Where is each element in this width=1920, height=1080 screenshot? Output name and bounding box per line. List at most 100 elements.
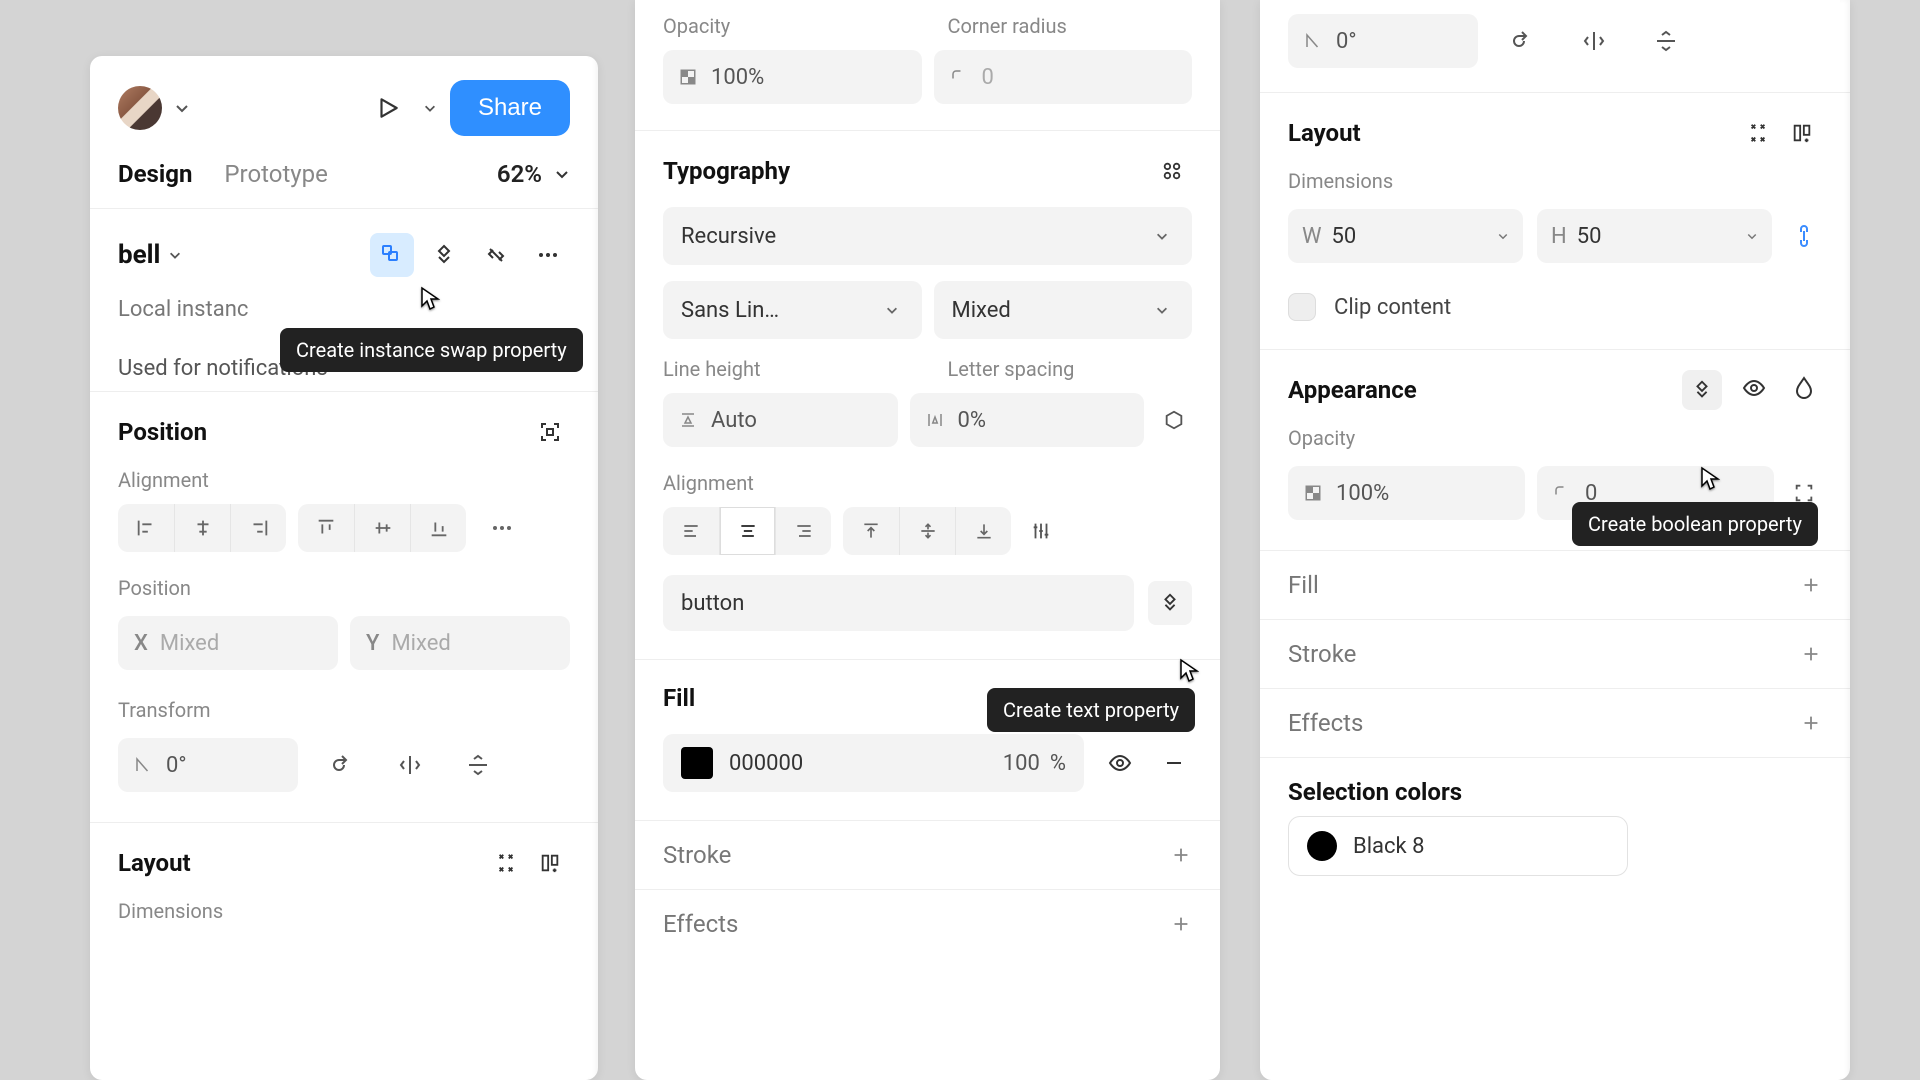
visibility-icon[interactable] — [1102, 745, 1138, 781]
flip-vertical-icon[interactable] — [1644, 19, 1688, 63]
more-icon[interactable] — [526, 233, 570, 277]
selection-color-item[interactable]: Black 8 — [1288, 816, 1628, 876]
text-content-field[interactable]: button — [663, 575, 1134, 631]
create-boolean-property-icon[interactable] — [1682, 370, 1722, 410]
remove-fill-icon[interactable] — [1156, 745, 1192, 781]
variable-icon[interactable] — [1156, 402, 1192, 438]
fill-color-field[interactable]: 000000 100 % — [663, 734, 1084, 792]
autolayout-icon[interactable] — [530, 843, 570, 883]
width-field[interactable]: W 50 — [1288, 209, 1523, 263]
corner-options-icon[interactable] — [1786, 475, 1822, 511]
align-top-icon[interactable] — [298, 504, 354, 552]
clip-content-checkbox[interactable] — [1288, 293, 1316, 321]
layout-section-title: Layout — [1288, 119, 1361, 147]
typography-styles-icon[interactable] — [1152, 151, 1192, 191]
link-dimensions-icon[interactable] — [1786, 218, 1822, 254]
visibility-icon[interactable] — [1736, 370, 1772, 406]
blend-mode-icon[interactable] — [1786, 370, 1822, 406]
flip-vertical-icon[interactable] — [456, 743, 500, 787]
autolayout-icon[interactable] — [1782, 113, 1822, 153]
corner-field[interactable]: 0 — [1537, 466, 1774, 520]
rotation-field[interactable]: 0° — [1288, 14, 1478, 68]
position-section-title: Position — [118, 418, 207, 446]
chevron-down-icon — [1497, 230, 1509, 242]
chevron-down-icon[interactable] — [168, 248, 182, 262]
add-stroke-icon[interactable] — [1800, 643, 1822, 665]
element-name[interactable]: bell — [118, 240, 160, 270]
y-field[interactable]: Y Mixed — [350, 616, 570, 670]
dimensions-label: Dimensions — [90, 891, 598, 931]
collapse-icon[interactable] — [1738, 113, 1778, 153]
font-size-value: Mixed — [952, 298, 1011, 323]
add-effect-icon[interactable] — [1170, 913, 1192, 935]
opacity-value: 100% — [1336, 481, 1389, 506]
line-height-field[interactable]: Auto — [663, 393, 898, 447]
text-align-left-icon[interactable] — [663, 507, 719, 555]
font-style-select[interactable]: Sans Lin… — [663, 281, 922, 339]
avatar[interactable] — [118, 86, 162, 130]
add-fill-icon[interactable] — [1800, 574, 1822, 596]
chevron-down-icon — [1150, 224, 1174, 248]
text-align-middle-icon[interactable] — [899, 507, 955, 555]
add-effect-icon[interactable] — [1800, 712, 1822, 734]
create-text-property-icon[interactable] — [1148, 581, 1192, 625]
font-family-select[interactable]: Recursive — [663, 207, 1192, 265]
rotation-field[interactable]: 0° — [118, 738, 298, 792]
collapse-icon[interactable] — [486, 843, 526, 883]
opacity-field[interactable]: 100% — [663, 50, 922, 104]
opacity-field[interactable]: 100% — [1288, 466, 1525, 520]
tab-design[interactable]: Design — [118, 160, 192, 188]
align-right-icon[interactable] — [230, 504, 286, 552]
rotate-icon[interactable] — [1500, 19, 1544, 63]
align-hcenter-icon[interactable] — [174, 504, 230, 552]
play-icon[interactable] — [366, 86, 410, 130]
fill-swatch[interactable] — [681, 747, 713, 779]
fill-pct-value: 100 — [1003, 751, 1040, 776]
align-bottom-icon[interactable] — [410, 504, 466, 552]
x-field[interactable]: X Mixed — [118, 616, 338, 670]
angle-icon — [1302, 30, 1324, 52]
more-alignment-icon[interactable] — [478, 504, 526, 552]
appearance-section-title: Appearance — [1288, 376, 1417, 404]
text-align-top-icon[interactable] — [843, 507, 899, 555]
corner-field[interactable]: 0 — [934, 50, 1193, 104]
align-left-icon[interactable] — [118, 504, 174, 552]
layout-section-title: Layout — [118, 849, 191, 877]
flip-horizontal-icon[interactable] — [1572, 19, 1616, 63]
detach-icon[interactable] — [474, 233, 518, 277]
component-icon[interactable] — [370, 233, 414, 277]
height-field[interactable]: H 50 — [1537, 209, 1772, 263]
type-settings-icon[interactable] — [1023, 513, 1059, 549]
scrollbar[interactable] — [1840, 0, 1850, 1080]
chevron-down-icon — [880, 298, 904, 322]
text-align-center-icon[interactable] — [719, 507, 775, 555]
text-content-value: button — [681, 591, 744, 616]
instance-swap-icon[interactable] — [422, 233, 466, 277]
text-align-bottom-icon[interactable] — [955, 507, 1011, 555]
align-vcenter-icon[interactable] — [354, 504, 410, 552]
effects-section-title: Effects — [663, 910, 738, 938]
tab-prototype[interactable]: Prototype — [224, 160, 327, 188]
share-button[interactable]: Share — [450, 80, 570, 136]
flip-horizontal-icon[interactable] — [388, 743, 432, 787]
dimensions-label: Dimensions — [1260, 161, 1850, 201]
opacity-icon — [677, 66, 699, 88]
scrollbar[interactable] — [588, 56, 598, 1080]
text-alignment-label: Alignment — [635, 463, 1220, 503]
stroke-section-title: Stroke — [663, 841, 731, 869]
avatar-chevron-icon[interactable] — [170, 96, 194, 120]
zoom-display[interactable]: 62% — [497, 160, 570, 188]
play-chevron-icon[interactable] — [418, 96, 442, 120]
h-prefix: H — [1551, 224, 1567, 249]
text-align-right-icon[interactable] — [775, 507, 831, 555]
add-stroke-icon[interactable] — [1170, 844, 1192, 866]
corner-icon — [948, 66, 970, 88]
right-panel: 0° Layout Dimensions W 50 — [1260, 0, 1850, 1080]
fill-styles-icon[interactable] — [1110, 680, 1146, 716]
scan-icon[interactable] — [530, 412, 570, 452]
add-fill-icon[interactable] — [1156, 680, 1192, 716]
rotate-icon[interactable] — [320, 743, 364, 787]
letter-spacing-field[interactable]: 0% — [910, 393, 1145, 447]
y-prefix: Y — [366, 631, 379, 656]
font-size-select[interactable]: Mixed — [934, 281, 1193, 339]
